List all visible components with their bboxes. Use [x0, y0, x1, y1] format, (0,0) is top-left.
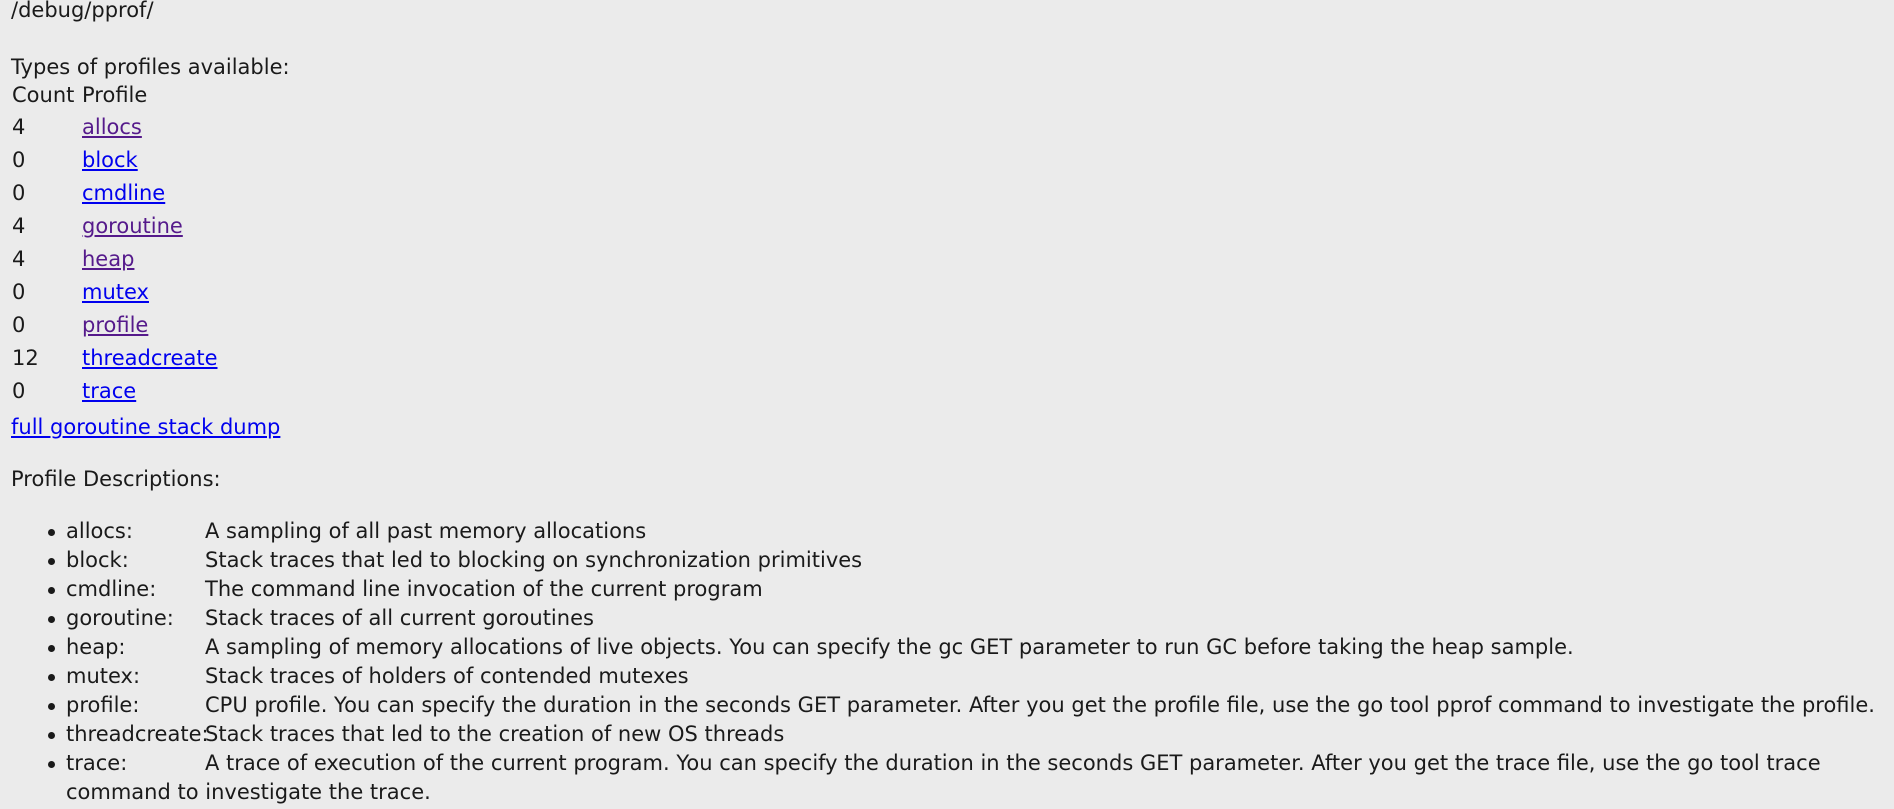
- column-header-profile: Profile: [82, 83, 148, 107]
- column-header-count: Count: [12, 83, 75, 107]
- profile-link-threadcreate[interactable]: threadcreate: [82, 346, 218, 370]
- table-row: 4 goroutine: [12, 211, 218, 244]
- description-profile-name: goroutine:: [66, 606, 174, 630]
- profile-cell: trace: [82, 376, 218, 409]
- profile-count: 4: [12, 115, 26, 139]
- profile-link-cmdline[interactable]: cmdline: [82, 181, 165, 205]
- profile-cell: mutex: [82, 277, 218, 310]
- profile-link-trace[interactable]: trace: [82, 379, 136, 403]
- list-item: goroutine: Stack traces of all current go…: [48, 604, 1892, 633]
- table-header-row: Count Profile: [12, 82, 218, 112]
- profile-descriptions-list: allocs: A sampling of all past memory all…: [48, 517, 1892, 807]
- table-row: 0 block: [12, 145, 218, 178]
- list-item: profile: CPU profile. You can specify the…: [48, 691, 1892, 720]
- full-goroutine-dump-link[interactable]: full goroutine stack dump: [11, 415, 280, 439]
- description-text: Stack traces that led to the creation of…: [205, 722, 785, 746]
- bullet-icon: [48, 674, 55, 681]
- list-item: allocs: A sampling of all past memory all…: [48, 517, 1892, 546]
- profile-count: 0: [12, 313, 26, 337]
- profiles-table: Count Profile 4 allocs 0 block 0 cmdline 4 goro…: [12, 82, 218, 409]
- table-row: 0 profile: [12, 310, 218, 343]
- profile-count: 4: [12, 247, 26, 271]
- profile-cell: heap: [82, 244, 218, 277]
- bullet-icon: [48, 587, 55, 594]
- description-text: A sampling of all past memory allocation…: [205, 519, 647, 543]
- list-item: heap: A sampling of memory allocations of…: [48, 633, 1892, 662]
- profile-link-mutex[interactable]: mutex: [82, 280, 149, 304]
- list-item: trace: A trace of execution of the curren…: [48, 749, 1892, 807]
- profile-link-profile[interactable]: profile: [82, 313, 148, 337]
- bullet-icon: [48, 616, 55, 623]
- bullet-icon: [48, 645, 55, 652]
- profile-cell: cmdline: [82, 178, 218, 211]
- profile-cell: block: [82, 145, 218, 178]
- profile-count: 0: [12, 148, 26, 172]
- table-row: 0 cmdline: [12, 178, 218, 211]
- full-dump-line: full goroutine stack dump: [11, 412, 280, 442]
- list-item: mutex: Stack traces of holders of contend…: [48, 662, 1892, 691]
- list-item: threadcreate:Stack traces that led to th…: [48, 720, 1892, 749]
- profile-count: 0: [12, 280, 26, 304]
- pprof-index-page: /debug/pprof/ Types of profiles availabl…: [0, 0, 1894, 809]
- profile-cell: goroutine: [82, 211, 218, 244]
- bullet-icon: [48, 761, 55, 768]
- profile-count: 0: [12, 181, 26, 205]
- description-profile-name: allocs:: [66, 519, 133, 543]
- description-profile-name: profile:: [66, 693, 140, 717]
- profiles-table-body: 4 allocs 0 block 0 cmdline 4 goroutine 4 heap 0 mut…: [12, 112, 218, 409]
- description-profile-name: threadcreate:: [66, 722, 209, 746]
- profile-link-allocs[interactable]: allocs: [82, 115, 142, 139]
- profile-count: 4: [12, 214, 26, 238]
- description-text: A trace of execution of the current prog…: [66, 751, 1821, 804]
- table-row: 0 trace: [12, 376, 218, 409]
- bullet-icon: [48, 529, 55, 536]
- bullet-icon: [48, 703, 55, 710]
- table-row: 0 mutex: [12, 277, 218, 310]
- table-row: 12 threadcreate: [12, 343, 218, 376]
- profile-cell: profile: [82, 310, 218, 343]
- table-row: 4 allocs: [12, 112, 218, 145]
- profile-cell: allocs: [82, 112, 218, 145]
- description-profile-name: trace:: [66, 751, 128, 775]
- bullet-icon: [48, 558, 55, 565]
- bullet-icon: [48, 732, 55, 739]
- description-text: Stack traces that led to blocking on syn…: [205, 548, 863, 572]
- page-path: /debug/pprof/: [11, 0, 154, 22]
- description-profile-name: cmdline:: [66, 577, 157, 601]
- description-text: Stack traces of all current goroutines: [205, 606, 594, 630]
- description-text: The command line invocation of the curre…: [205, 577, 763, 601]
- profile-count: 0: [12, 379, 26, 403]
- profile-link-block[interactable]: block: [82, 148, 138, 172]
- profile-link-goroutine[interactable]: goroutine: [82, 214, 183, 238]
- types-heading: Types of profiles available:: [11, 55, 290, 79]
- description-profile-name: mutex:: [66, 664, 141, 688]
- description-profile-name: heap:: [66, 635, 126, 659]
- table-row: 4 heap: [12, 244, 218, 277]
- profile-link-heap[interactable]: heap: [82, 247, 134, 271]
- list-item: cmdline: The command line invocation of t…: [48, 575, 1892, 604]
- description-text: CPU profile. You can specify the duratio…: [205, 693, 1875, 717]
- descriptions-heading: Profile Descriptions:: [11, 467, 221, 491]
- list-item: block: Stack traces that led to blocking …: [48, 546, 1892, 575]
- description-profile-name: block:: [66, 548, 129, 572]
- profile-cell: threadcreate: [82, 343, 218, 376]
- profile-count: 12: [12, 346, 39, 370]
- description-text: A sampling of memory allocations of live…: [205, 635, 1574, 659]
- description-text: Stack traces of holders of contended mut…: [205, 664, 689, 688]
